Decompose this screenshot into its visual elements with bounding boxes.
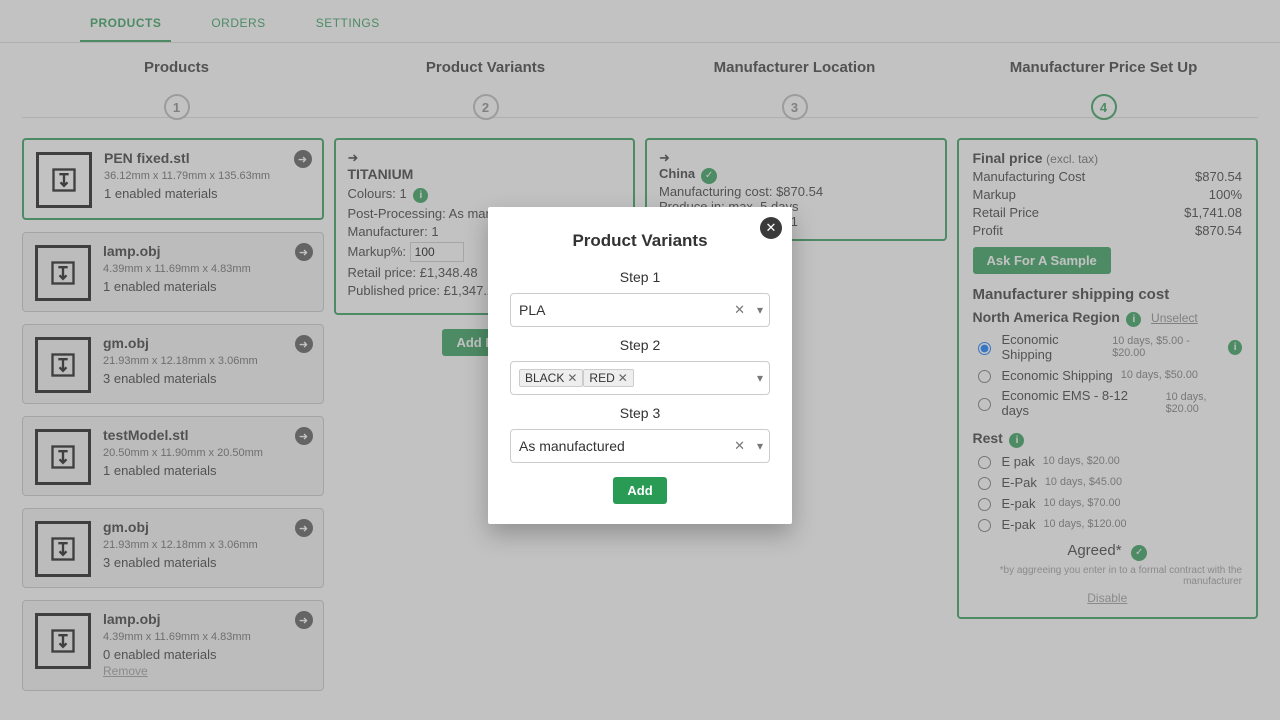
tag-remove-icon[interactable]: ✕ (618, 371, 628, 385)
colour-tag[interactable]: RED ✕ (583, 369, 633, 387)
chevron-down-icon[interactable]: ▾ (757, 371, 763, 385)
product-variants-modal: ✕ Product Variants Step 1 PLA ✕ ▾ Step 2… (488, 207, 792, 524)
clear-icon[interactable]: ✕ (734, 438, 745, 454)
finish-select[interactable]: As manufactured ✕ ▾ (510, 429, 770, 463)
modal-step3-label: Step 3 (510, 405, 770, 421)
material-select[interactable]: PLA ✕ ▾ (510, 293, 770, 327)
material-value: PLA (519, 302, 545, 318)
finish-value: As manufactured (519, 438, 625, 454)
colour-tag[interactable]: BLACK ✕ (519, 369, 583, 387)
chevron-down-icon[interactable]: ▾ (757, 303, 763, 317)
clear-icon[interactable]: ✕ (734, 302, 745, 318)
modal-add-button[interactable]: Add (613, 477, 666, 504)
colour-multiselect[interactable]: BLACK ✕RED ✕ ▾ (510, 361, 770, 395)
tag-label: RED (589, 371, 614, 385)
chevron-down-icon[interactable]: ▾ (757, 439, 763, 453)
tag-label: BLACK (525, 371, 564, 385)
close-icon[interactable]: ✕ (760, 217, 782, 239)
tag-remove-icon[interactable]: ✕ (567, 371, 577, 385)
modal-title: Product Variants (510, 231, 770, 251)
modal-step1-label: Step 1 (510, 269, 770, 285)
modal-step2-label: Step 2 (510, 337, 770, 353)
